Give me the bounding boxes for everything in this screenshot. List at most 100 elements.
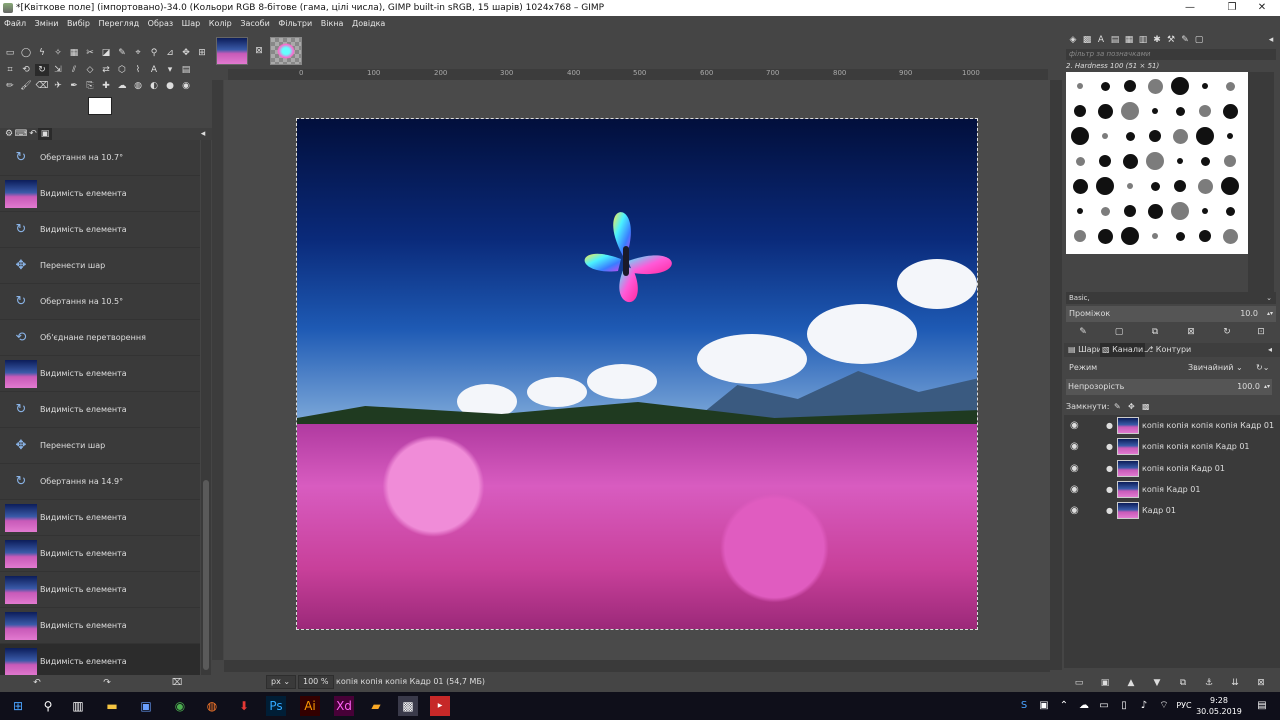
layer-link-icon[interactable]: ● — [1106, 436, 1113, 457]
mypaint-brushes-tab-icon[interactable]: ✎ — [1178, 34, 1192, 46]
menu-file[interactable]: Файл — [4, 19, 26, 28]
brush-preview[interactable] — [1097, 228, 1113, 244]
brush-preview[interactable] — [1071, 127, 1089, 145]
brush-preview[interactable] — [1171, 202, 1189, 220]
mode-reset-icon[interactable]: ↻⌄ — [1256, 360, 1269, 376]
brush-preview[interactable] — [1124, 80, 1136, 92]
menu-edit[interactable]: Зміни — [35, 19, 59, 28]
layer-row[interactable]: ◉ ● Кадр 01 — [1064, 500, 1280, 521]
brush-preview[interactable] — [1225, 206, 1235, 216]
tool-presets-tab-icon[interactable]: ⚒ — [1164, 34, 1178, 46]
brush-preview[interactable] — [1121, 227, 1139, 245]
close-button[interactable]: ✕ — [1244, 0, 1280, 16]
gimp-taskbar-icon[interactable]: ▩ — [398, 696, 418, 716]
open-brush-icon[interactable]: ⊡ — [1254, 326, 1268, 338]
visibility-eye-icon[interactable]: ◉ — [1070, 500, 1079, 521]
lasso-icon[interactable]: ϟ — [35, 47, 49, 59]
dock-menu-icon[interactable]: ◂ — [196, 128, 210, 140]
unit-select[interactable]: px ⌄ — [266, 675, 296, 689]
dock-menu-icon[interactable]: ◂ — [1264, 34, 1278, 46]
skype-icon[interactable]: S — [1014, 696, 1034, 716]
brush-preview[interactable] — [1152, 233, 1158, 239]
image-tab-flower-field[interactable] — [216, 37, 248, 65]
brush-preview[interactable] — [1199, 230, 1211, 242]
new-layer-group-icon[interactable]: ▭ — [1072, 677, 1086, 689]
history-item[interactable]: Видимість елемента — [0, 644, 200, 675]
notifications-icon[interactable]: ▤ — [1252, 696, 1272, 716]
rect-select-icon[interactable]: ▭ — [3, 47, 17, 59]
lock-alpha-icon[interactable]: ▩ — [1142, 400, 1150, 414]
history-item[interactable]: ✥ Перенести шар — [0, 248, 200, 284]
menu-select[interactable]: Вибір — [67, 19, 90, 28]
heal-icon[interactable]: ✚ — [99, 80, 113, 92]
visibility-eye-icon[interactable]: ◉ — [1070, 415, 1079, 436]
image-tab-butterfly[interactable] — [270, 37, 302, 65]
spacing-slider[interactable]: Проміжок 10.0 ▴▾ — [1066, 306, 1276, 322]
tray-cloud-icon[interactable]: ☁ — [1074, 696, 1094, 716]
brush-preview[interactable] — [1227, 133, 1233, 139]
brush-preview[interactable] — [1197, 178, 1213, 194]
airbrush-icon[interactable]: ✈ — [51, 80, 65, 92]
raise-layer-icon[interactable]: ▲ — [1124, 677, 1138, 689]
paintbrush-icon[interactable]: 🖌 — [19, 80, 33, 92]
layer-link-icon[interactable]: ● — [1106, 415, 1113, 436]
foreground-select-icon[interactable]: ◪ — [99, 47, 113, 59]
brush-preview[interactable] — [1202, 208, 1208, 214]
tray-expand-icon[interactable]: ⌃ — [1054, 696, 1074, 716]
crop-icon[interactable]: ⌗ — [3, 64, 17, 76]
shear-icon[interactable]: ⫽ — [67, 64, 81, 76]
tray-volume-icon[interactable]: ♪ — [1134, 696, 1154, 716]
fonts-tab-icon[interactable]: A — [1094, 34, 1108, 46]
search-icon[interactable]: ⚲ — [38, 696, 58, 716]
unified-transform-icon[interactable]: ⟲ — [19, 64, 33, 76]
menu-help[interactable]: Довідка — [352, 19, 385, 28]
menu-image[interactable]: Образ — [148, 19, 173, 28]
warp-icon[interactable]: ⌇ — [131, 64, 145, 76]
edit-brush-icon[interactable]: ✎ — [1076, 326, 1090, 338]
templates-tab-icon[interactable]: ▢ — [1192, 34, 1206, 46]
canvas-vertical-scrollbar[interactable] — [1050, 80, 1062, 670]
brush-preview[interactable] — [1149, 130, 1161, 142]
move-tool-icon[interactable]: ✥ — [179, 47, 193, 59]
brushes-tab-icon[interactable]: ◈ — [1066, 34, 1080, 46]
visibility-eye-icon[interactable]: ◉ — [1070, 458, 1079, 479]
tab-channels[interactable]: ▧ Канали — [1100, 343, 1146, 357]
save-app-icon[interactable]: ▣ — [136, 696, 156, 716]
layer-row[interactable]: ◉ ● копія Кадр 01 — [1064, 479, 1280, 500]
start-icon[interactable]: ⊞ — [8, 696, 28, 716]
brush-preview[interactable] — [1122, 153, 1138, 169]
select-by-color-icon[interactable]: ▦ — [67, 47, 81, 59]
foreground-color-swatch[interactable] — [88, 97, 112, 115]
history-scrollbar[interactable] — [201, 140, 211, 675]
brush-preview[interactable] — [1222, 103, 1238, 119]
brush-preview[interactable] — [1224, 155, 1236, 167]
clock[interactable]: 9:28 30.05.2019 — [1196, 695, 1242, 717]
layer-link-icon[interactable]: ● — [1106, 479, 1113, 500]
brush-preview[interactable] — [1222, 228, 1238, 244]
file-explorer-icon[interactable]: ▬ — [102, 696, 122, 716]
brush-preview[interactable] — [1074, 105, 1086, 117]
layer-row[interactable]: ◉ ● копія копія Кадр 01 — [1064, 458, 1280, 479]
brush-preview[interactable] — [1097, 103, 1113, 119]
undo-icon[interactable]: ↶ — [30, 677, 44, 689]
brush-preview[interactable] — [1147, 203, 1163, 219]
refresh-brushes-icon[interactable]: ↻ — [1220, 326, 1234, 338]
history-item[interactable]: Видимість елемента — [0, 608, 200, 644]
tray-battery-icon[interactable]: ▯ — [1114, 696, 1134, 716]
brush-preview[interactable] — [1102, 133, 1108, 139]
scissors-icon[interactable]: ✂ — [83, 47, 97, 59]
duplicate-layer-icon[interactable]: ⧉ — [1176, 677, 1190, 689]
lock-pixels-icon[interactable]: ✎ — [1114, 400, 1121, 414]
layer-row[interactable]: ◉ ● копія копія копія Кадр 01 — [1064, 436, 1280, 457]
brush-filter-input[interactable]: фільтр за позначками — [1066, 49, 1276, 60]
layer-row[interactable]: ◉ ● копія копія копія копія Кадр 01 — [1064, 415, 1280, 436]
tab-paths[interactable]: ⎇ Контури — [1144, 343, 1191, 357]
brush-preview[interactable] — [1077, 208, 1083, 214]
smudge-icon[interactable]: ☁ — [115, 80, 129, 92]
close-tab-icon[interactable]: ⊠ — [252, 45, 266, 57]
mode-select[interactable]: Звичайний ⌄ — [1188, 360, 1243, 376]
history-item[interactable]: ↻ Обертання на 10.7° — [0, 140, 200, 176]
brush-preview[interactable] — [1221, 177, 1239, 195]
text-tool-icon[interactable]: A — [147, 64, 161, 76]
measure-icon[interactable]: ⊿ — [163, 47, 177, 59]
